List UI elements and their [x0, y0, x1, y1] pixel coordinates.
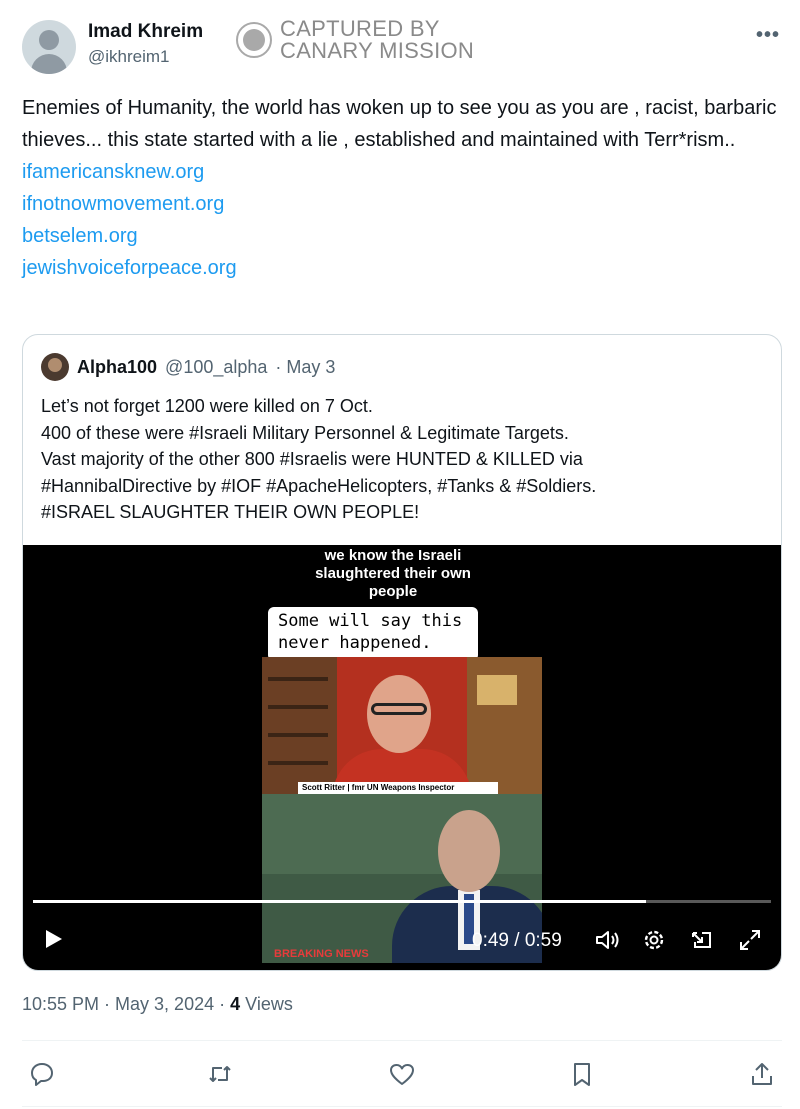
- divider: [22, 1106, 782, 1107]
- lower-third-caption: Scott Ritter | fmr UN Weapons Inspector: [298, 782, 498, 794]
- author-handle[interactable]: @ikhreim1: [88, 47, 170, 67]
- more-icon[interactable]: •••: [756, 24, 780, 47]
- settings-icon[interactable]: [641, 927, 667, 953]
- quote-date[interactable]: · May 3: [275, 357, 335, 378]
- interviewee-glasses: [371, 703, 427, 715]
- quote-line: #ISRAEL SLAUGHTER THEIR OWN PEOPLE!: [41, 502, 420, 522]
- caption-line: people: [368, 583, 418, 600]
- watermark-line-2: CANARY MISSION: [280, 38, 475, 63]
- tweet-body: Enemies of Humanity, the world has woken…: [22, 97, 777, 151]
- tweet-link[interactable]: jewishvoiceforpeace.org: [22, 252, 782, 284]
- reply-icon[interactable]: [28, 1060, 56, 1088]
- tweet-text: Enemies of Humanity, the world has woken…: [22, 92, 782, 284]
- quote-avatar[interactable]: [41, 353, 69, 381]
- bookmark-icon[interactable]: [568, 1060, 596, 1088]
- breaking-news-banner: BREAKING NEWS: [274, 948, 369, 960]
- bubble-line: Some will say this: [278, 611, 463, 631]
- video-caption-bubble: Some will say this never happened.: [268, 607, 478, 661]
- fullscreen-icon[interactable]: [737, 927, 763, 953]
- tweet-link[interactable]: ifnotnowmovement.org: [22, 188, 782, 220]
- volume-icon[interactable]: [594, 927, 620, 953]
- quote-text: Let’s not forget 1200 were killed on 7 O…: [41, 393, 761, 526]
- quote-line: Let’s not forget 1200 were killed on 7 O…: [41, 396, 373, 416]
- tweet-link[interactable]: ifamericansknew.org: [22, 156, 782, 188]
- caption-line: slaughtered their own: [315, 565, 471, 582]
- bubble-line: never happened.: [278, 633, 432, 653]
- video-frame-interview: Scott Ritter | fmr UN Weapons Inspector: [262, 657, 542, 794]
- video-time: 0:49 / 0:59: [472, 930, 562, 951]
- tweet-link[interactable]: betselem.org: [22, 220, 782, 252]
- author-name[interactable]: Imad Khreim: [88, 21, 203, 43]
- author-avatar[interactable]: [22, 20, 76, 74]
- speaker-head: [438, 810, 500, 892]
- quote-author-handle[interactable]: @100_alpha: [165, 357, 267, 378]
- share-icon[interactable]: [748, 1060, 776, 1088]
- bookshelf-left: [262, 657, 337, 794]
- watermark-text: CAPTURED BY CANARY MISSION: [280, 18, 474, 62]
- quote-author-name[interactable]: Alpha100: [77, 357, 157, 378]
- tweet-meta: 10:55 PM · May 3, 2024 · 4 Views: [22, 994, 293, 1015]
- play-icon[interactable]: [41, 927, 65, 951]
- views-count: 4: [230, 994, 241, 1014]
- video-progress-fill: [33, 900, 646, 903]
- like-icon[interactable]: [388, 1060, 416, 1088]
- quote-line: Vast majority of the other 800 #Israelis…: [41, 449, 583, 469]
- caption-line: we know the Israeli: [324, 547, 462, 564]
- watermark-line-1: CAPTURED BY: [280, 16, 440, 41]
- bookshelf-right: [467, 657, 542, 794]
- watermark: CAPTURED BY CANARY MISSION: [236, 18, 474, 62]
- divider: [22, 1040, 782, 1041]
- quoted-tweet[interactable]: Alpha100 @100_alpha · May 3 Let’s not fo…: [22, 334, 782, 971]
- pip-icon[interactable]: [689, 927, 715, 953]
- video-progress-bar[interactable]: [33, 900, 771, 903]
- avatar-body-shape: [31, 54, 67, 74]
- video-player[interactable]: we know the Israeli slaughtered their ow…: [23, 545, 781, 970]
- views-label: Views: [245, 994, 293, 1014]
- quote-header: Alpha100 @100_alpha · May 3: [41, 353, 335, 381]
- quote-line: #HannibalDirective by #IOF #ApacheHelico…: [41, 475, 597, 496]
- watermark-seal: [236, 22, 272, 58]
- retweet-icon[interactable]: [206, 1060, 234, 1088]
- video-caption-top: we know the Israeli slaughtered their ow…: [303, 547, 483, 601]
- tweet-timestamp[interactable]: 10:55 PM · May 3, 2024 ·: [22, 994, 225, 1014]
- avatar-head-shape: [39, 30, 59, 50]
- quote-line: 400 of these were #Israeli Military Pers…: [41, 422, 569, 443]
